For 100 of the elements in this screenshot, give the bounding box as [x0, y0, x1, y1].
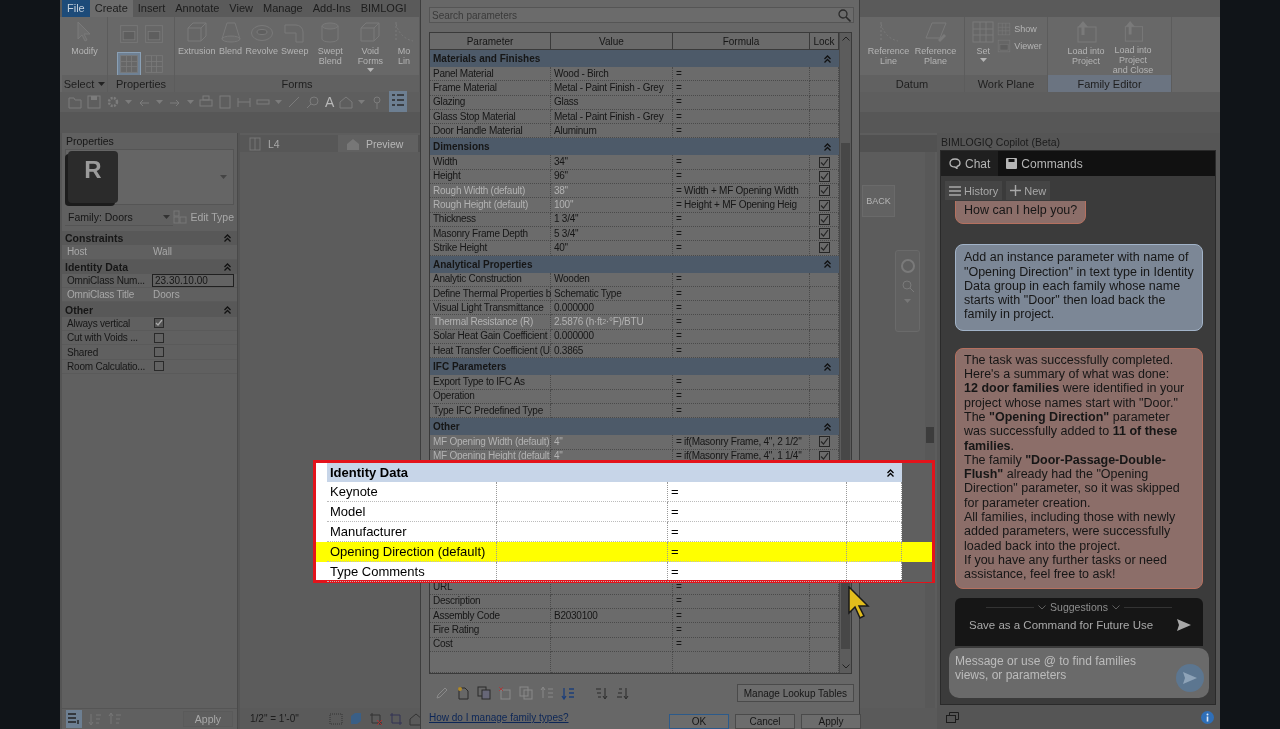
checkbox[interactable] [818, 228, 830, 240]
move-down-icon[interactable] [561, 686, 575, 700]
checkbox[interactable] [154, 318, 164, 329]
document-tab[interactable]: Preview [338, 135, 418, 152]
scroll-up-icon[interactable] [842, 36, 850, 41]
checkbox[interactable] [818, 213, 830, 225]
view-scale[interactable]: 1/2" = 1'-0" [250, 713, 299, 724]
table-cell: = [673, 169, 810, 185]
new-document-icon[interactable] [456, 686, 470, 700]
checkbox[interactable] [818, 156, 830, 168]
group-header[interactable]: Identity Data [327, 463, 902, 482]
property-group[interactable]: Constraints [62, 231, 237, 246]
checkbox[interactable] [154, 347, 164, 357]
crop-region-icon[interactable] [388, 711, 403, 726]
checkbox[interactable] [154, 361, 164, 372]
table-cell: = [673, 95, 810, 110]
ribbon-tab[interactable]: Annotate [170, 0, 225, 17]
input-field[interactable]: 23.30.10.00 [152, 274, 234, 288]
crop-icon[interactable] [368, 711, 383, 726]
chevron-down-icon[interactable] [1111, 604, 1120, 610]
ribbon-tab[interactable]: Create [89, 0, 133, 17]
chevron-down-icon[interactable] [1038, 604, 1047, 610]
sort-ascending-icon[interactable] [595, 686, 609, 700]
group-header[interactable]: Dimensions [430, 138, 839, 156]
checkbox[interactable] [154, 332, 164, 343]
type-selector[interactable]: R [65, 149, 234, 205]
message-input[interactable]: Message or use @ to find families views, or parameters [949, 648, 1209, 698]
table-cell: Type Comments [327, 562, 497, 582]
ribbon-tab[interactable]: Add-Ins [307, 0, 356, 17]
duplicate-icon[interactable] [477, 686, 491, 700]
ribbon-tab[interactable]: Insert [132, 0, 171, 17]
table-cell: Solar Heat Gain Coefficient [430, 329, 551, 345]
family-dropdown[interactable]: Family: Doors [65, 208, 173, 226]
dialog-button[interactable]: Cancel [735, 714, 795, 729]
house-icon[interactable] [408, 711, 423, 726]
new-chat-button[interactable]: New [1006, 181, 1051, 200]
history-button[interactable]: History [945, 181, 1003, 200]
column-header[interactable]: Formula [673, 33, 810, 49]
panel-label: Forms [281, 77, 313, 90]
ribbon-tab[interactable]: Manage [258, 0, 308, 17]
column-header[interactable]: Parameter [430, 33, 551, 49]
document-tab[interactable]: L4 [240, 135, 338, 152]
table-cell: B2030100 [551, 609, 673, 624]
search-icon[interactable] [838, 8, 851, 22]
dialog-button[interactable]: OK [669, 714, 729, 729]
suggestion-item[interactable]: Save as a Command for Future Use [969, 619, 1191, 631]
wheel-icon[interactable] [900, 259, 915, 273]
scroll-thumb[interactable] [926, 427, 934, 443]
house-icon[interactable] [339, 95, 354, 109]
table-cell: 1 3/4" [551, 212, 673, 227]
table-cell: Visual Light Transmittance [430, 301, 551, 316]
pop-out-icon[interactable] [946, 711, 959, 723]
group-header[interactable]: Other [430, 418, 839, 436]
column-header[interactable]: Value [551, 33, 673, 49]
menu-icon [949, 185, 961, 196]
sort-descending-icon[interactable] [616, 686, 630, 700]
info-icon[interactable] [1201, 710, 1214, 724]
table-cell: Define Thermal Properties b [430, 286, 551, 302]
ribbon-tab[interactable]: View [224, 0, 258, 17]
ribbon-tab[interactable]: BIMLOGI [355, 0, 412, 17]
pencil-icon[interactable] [435, 686, 449, 700]
table-icon [173, 210, 188, 224]
table-cell: Rough Height (default) [430, 198, 551, 213]
print-icon[interactable] [199, 95, 213, 109]
list-icon[interactable] [67, 711, 81, 725]
table-cell: = [673, 609, 810, 624]
suggestions-title[interactable]: Suggestions [1050, 601, 1108, 613]
table-cell: = [673, 375, 810, 390]
panel-title: Properties [65, 134, 115, 149]
view-cube[interactable]: BACK [862, 185, 895, 217]
table-cell: Height [430, 169, 551, 185]
checkbox[interactable] [818, 170, 830, 182]
delete-icon[interactable] [498, 686, 512, 700]
save-icon[interactable] [87, 95, 101, 109]
copy-icon[interactable] [519, 686, 533, 700]
collapse-icon[interactable] [887, 468, 894, 477]
group-header[interactable]: Materials and Finishes [430, 50, 839, 67]
ribbon-tab[interactable]: File [62, 0, 90, 17]
text-tool-icon[interactable]: A [325, 95, 335, 109]
group-header[interactable]: IFC Parameters [430, 358, 839, 376]
table-cell: Panel Material [430, 67, 551, 82]
line-icon[interactable] [287, 95, 301, 109]
table-cell: Assembly Code [430, 609, 551, 624]
table-cell: 0.000000 [551, 329, 673, 345]
sheet-icon[interactable] [248, 136, 262, 151]
list-icon[interactable] [391, 93, 406, 107]
house-icon[interactable] [346, 136, 360, 151]
table-cell: = [673, 637, 810, 652]
gear-icon[interactable] [106, 95, 120, 109]
manage-lookup-tables-button[interactable]: Manage Lookup Tables [736, 684, 854, 702]
scroll-down-icon[interactable] [842, 664, 850, 669]
group-header[interactable]: Analytical Properties [430, 255, 839, 273]
dialog-button[interactable]: Apply [801, 714, 861, 729]
table-cell: Metal - Paint Finish - Grey [551, 81, 673, 96]
table-cell: Masonry Frame Depth [430, 226, 551, 242]
move-up-icon[interactable] [540, 686, 554, 700]
checkbox[interactable] [818, 242, 830, 254]
zoom-icon[interactable] [900, 279, 915, 293]
panel-tab[interactable]: Chat [941, 151, 999, 176]
property-group[interactable]: Other [62, 302, 237, 317]
